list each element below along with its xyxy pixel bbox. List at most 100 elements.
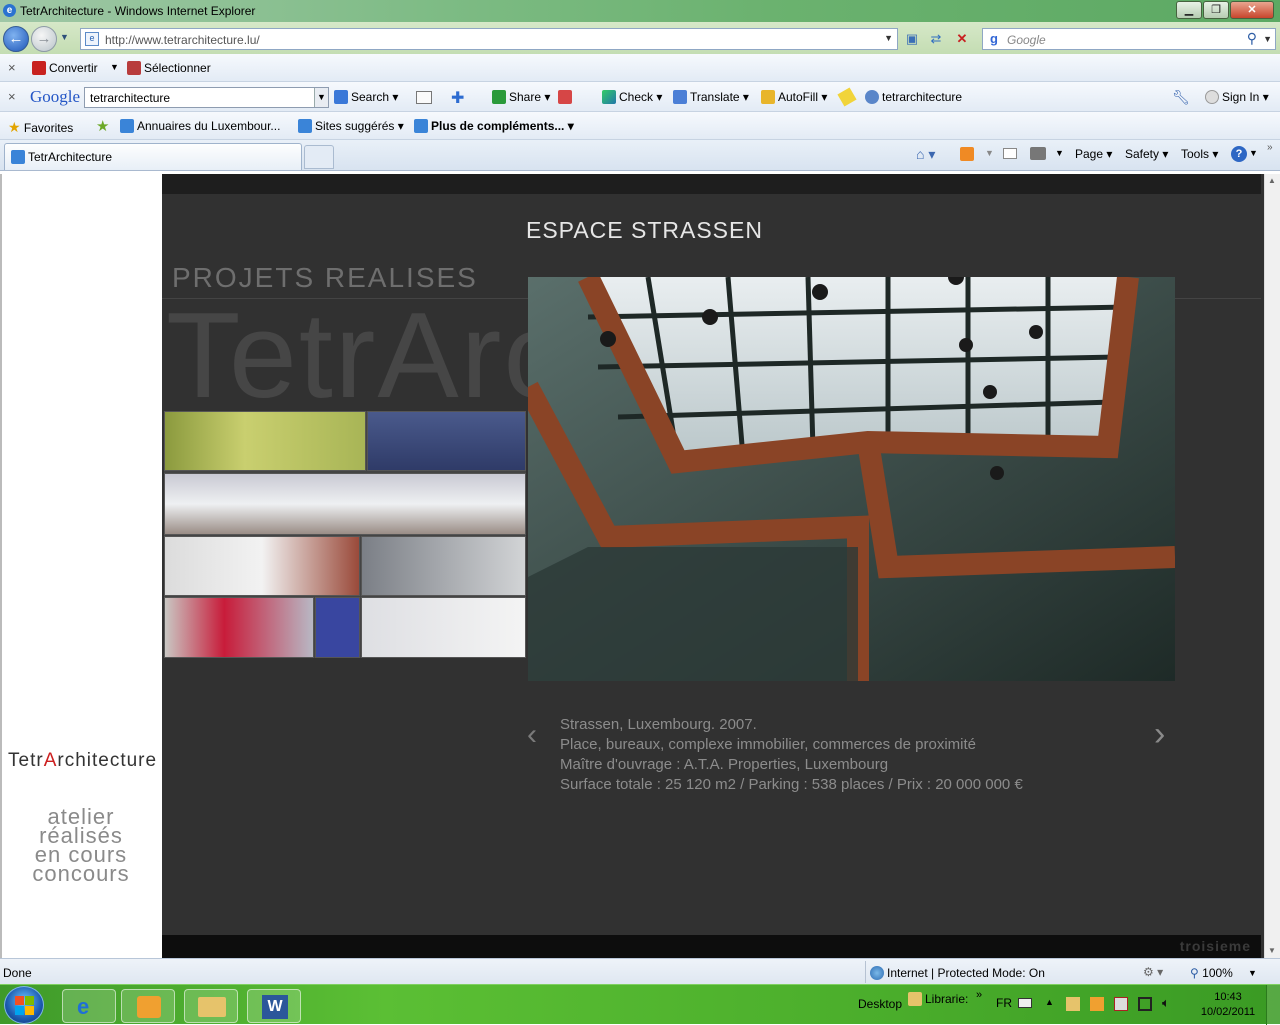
refresh-icon[interactable]: ⇄ [926, 28, 946, 50]
help-icon[interactable]: ? [1231, 146, 1247, 162]
google-search-button[interactable]: Search ▾ [334, 90, 398, 104]
page-menu[interactable]: Page ▾ [1075, 147, 1112, 161]
compatibility-icon[interactable]: ▣ [902, 28, 922, 50]
language-indicator[interactable]: FR [996, 996, 1012, 1010]
rss-icon[interactable] [960, 147, 974, 161]
thumbnail-project[interactable] [361, 597, 526, 658]
start-button[interactable] [4, 986, 44, 1024]
chevron-left-icon[interactable]: ‹ [527, 718, 537, 752]
keyboard-icon[interactable] [1018, 998, 1032, 1008]
taskbar-word[interactable]: W [247, 989, 301, 1023]
mail-icon[interactable] [1003, 148, 1017, 159]
history-dropdown-icon[interactable]: ▼ [60, 32, 69, 42]
taskbar-explorer[interactable] [184, 989, 238, 1023]
google-query[interactable]: tetrarchitecture [90, 91, 170, 105]
google-query-dropdown-icon[interactable]: ▼ [314, 88, 328, 107]
translate-icon [673, 90, 687, 104]
thumbnail-project[interactable] [164, 473, 526, 535]
zoom-control[interactable]: ⚲ 100% [1190, 966, 1233, 980]
tab-active[interactable]: TetrArchitecture [4, 143, 302, 170]
desktop-toolbar[interactable]: Desktop [858, 997, 902, 1011]
convert-button[interactable]: Convertir [32, 61, 98, 75]
thumbnail-project[interactable] [164, 411, 366, 471]
taskbar-outlook[interactable] [121, 989, 175, 1023]
show-desktop-button[interactable] [1266, 985, 1280, 1025]
safety-menu[interactable]: Safety ▾ [1125, 147, 1168, 161]
vertical-scrollbar[interactable]: ▲ ▼ [1264, 174, 1280, 958]
chevron-more-icon[interactable]: » [1267, 142, 1273, 153]
sign-in-label: Sign In [1222, 90, 1260, 104]
thumbnail-project[interactable] [164, 597, 314, 658]
select-icon [127, 61, 141, 75]
scroll-up-icon[interactable]: ▲ [1268, 176, 1276, 185]
print-dropdown-icon[interactable]: ▼ [1055, 148, 1064, 158]
convert-dropdown-icon[interactable]: ▼ [110, 62, 119, 72]
search-input[interactable]: g Google ⚲ ▼ [982, 28, 1276, 50]
address-dropdown-icon[interactable]: ▼ [884, 33, 893, 43]
close-button[interactable]: ✕ [1230, 1, 1274, 19]
addons-button[interactable]: Plus de compléments... ▾ [414, 119, 574, 133]
close-google-toolbar-icon[interactable]: × [8, 89, 16, 104]
autofill-button[interactable]: AutoFill ▾ [761, 90, 827, 104]
translate-button[interactable]: Translate ▾ [673, 90, 749, 104]
sign-in-button[interactable]: Sign In ▾ [1205, 90, 1269, 104]
new-tab-button[interactable] [304, 145, 334, 169]
forward-button[interactable]: → [31, 26, 57, 52]
zoom-dropdown-icon[interactable]: ▼ [1248, 968, 1257, 978]
protected-mode-icon[interactable]: ⚙ ▾ [1143, 965, 1163, 979]
scroll-down-icon[interactable]: ▼ [1268, 946, 1276, 955]
search-dropdown-icon[interactable]: ▼ [1263, 34, 1272, 44]
minimize-button[interactable]: ▁ [1176, 1, 1202, 19]
term-button[interactable]: tetrarchitecture [865, 90, 962, 104]
home-icon[interactable]: ⌂ ▾ [916, 146, 935, 163]
libraries-toolbar[interactable]: Librarie: [908, 992, 968, 1006]
thumbnail-project[interactable] [361, 536, 526, 596]
search-icon[interactable]: ⚲ [1247, 30, 1257, 47]
thumbnail-project[interactable] [164, 536, 360, 596]
chevron-right-icon[interactable]: › [1154, 715, 1165, 754]
popup-blocker-icon[interactable] [416, 91, 432, 104]
nav-concours[interactable]: concours [2, 863, 160, 885]
thumbnail-project[interactable] [315, 597, 360, 658]
security-zone[interactable]: Internet | Protected Mode: On [870, 966, 1045, 980]
favorite-link-label: Annuaires du Luxembour... [137, 119, 281, 133]
favorites-button[interactable]: ★ Favorites [8, 119, 73, 136]
site-logo[interactable]: TetrArchitecture [8, 750, 157, 772]
favorite-link[interactable]: Annuaires du Luxembour... [120, 119, 280, 133]
network-icon[interactable] [1138, 997, 1152, 1011]
address-url[interactable]: http://www.tetrarchitecture.lu/ [105, 33, 260, 47]
action-center-icon[interactable] [1114, 997, 1128, 1011]
help-dropdown-icon[interactable]: ▼ [1249, 148, 1258, 158]
rss-dropdown-icon[interactable]: ▼ [985, 148, 994, 158]
window-title-bar[interactable]: e TetrArchitecture - Windows Internet Ex… [0, 0, 1280, 22]
add-favorite-icon[interactable]: ★ [96, 117, 109, 135]
address-bar[interactable]: e http://www.tetrarchitecture.lu/ ▼ [80, 28, 898, 50]
clock[interactable]: 10:43 10/02/2011 [1196, 990, 1260, 1020]
share-button[interactable]: Share ▾ [492, 90, 550, 104]
page-menu-label: Page [1075, 147, 1104, 161]
volume-icon[interactable]: 🔈︎ [1162, 995, 1170, 1011]
close-toolbar-icon[interactable]: × [8, 60, 16, 75]
bookmark-add-icon[interactable]: ✚ [451, 88, 464, 108]
footer-credit[interactable]: troisieme [1180, 938, 1251, 954]
google-search-input[interactable]: tetrarchitecture ▼ [84, 87, 329, 108]
tray-folder-icon[interactable] [1066, 997, 1080, 1011]
taskbar-ie[interactable]: e [62, 989, 116, 1023]
check-button[interactable]: Check ▾ [602, 90, 662, 104]
back-button[interactable]: ← [3, 26, 29, 52]
translate-page-icon[interactable] [558, 90, 572, 104]
tray-outlook-icon[interactable] [1090, 997, 1104, 1011]
stop-icon[interactable]: ✕ [952, 28, 972, 50]
ie-logo-icon: e [3, 4, 16, 17]
wrench-icon[interactable]: 🔧︎ [1172, 89, 1190, 106]
show-hidden-icons[interactable]: ▲ [1045, 997, 1054, 1007]
suggested-sites-button[interactable]: Sites suggérés ▾ [298, 119, 404, 133]
thumbnail-project[interactable] [367, 411, 526, 471]
toolbar-overflow-icon[interactable]: » [976, 989, 982, 1001]
tools-menu[interactable]: Tools ▾ [1181, 147, 1218, 161]
highlighter-icon[interactable] [837, 87, 857, 107]
google-logo: Google [30, 87, 81, 106]
select-button[interactable]: Sélectionner [127, 61, 211, 75]
maximize-button[interactable]: ❐ [1203, 1, 1229, 19]
print-icon[interactable] [1030, 147, 1046, 160]
